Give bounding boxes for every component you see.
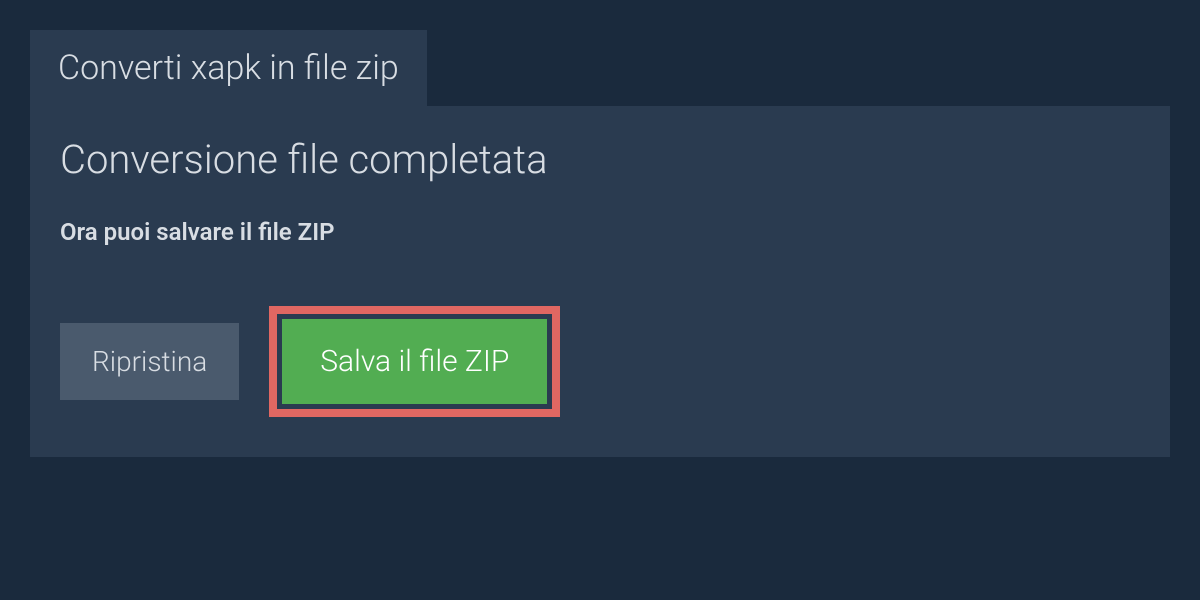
save-button-highlight: Salva il file ZIP — [269, 306, 560, 417]
panel-subtext: Ora puoi salvare il file ZIP — [60, 218, 1140, 246]
main-container: Converti xapk in file zip Conversione fi… — [0, 0, 1200, 457]
button-row: Ripristina Salva il file ZIP — [60, 306, 1140, 417]
panel-heading: Conversione file completata — [60, 136, 1140, 183]
tab-convert[interactable]: Converti xapk in file zip — [30, 30, 427, 106]
save-button[interactable]: Salva il file ZIP — [282, 319, 547, 404]
conversion-panel: Conversione file completata Ora puoi sal… — [30, 106, 1170, 457]
tab-label: Converti xapk in file zip — [58, 48, 399, 88]
reset-button[interactable]: Ripristina — [60, 323, 239, 400]
